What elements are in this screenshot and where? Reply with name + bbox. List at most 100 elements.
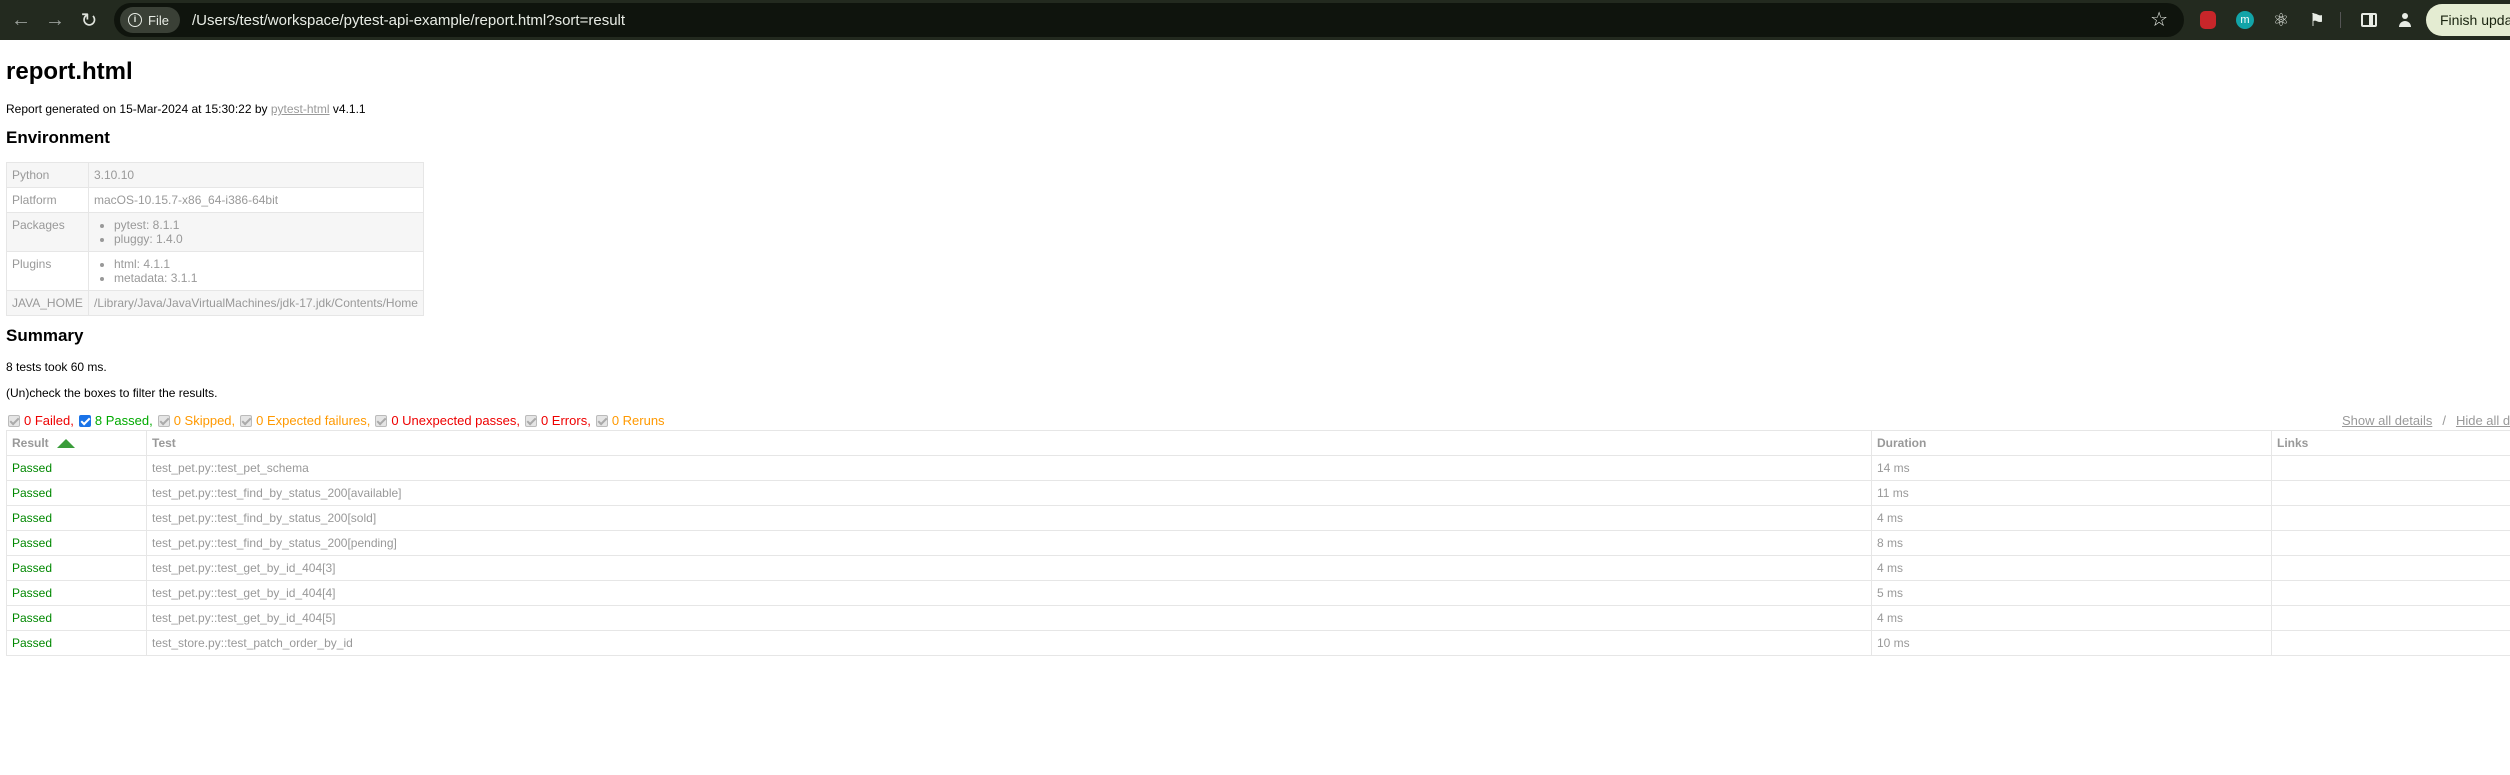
test-cell: test_pet.py::test_find_by_status_200[ava… <box>146 480 1872 506</box>
links-cell <box>2271 580 2510 606</box>
env-row-plugins: Plugins html: 4.1.1 metadata: 3.1.1 <box>6 251 424 291</box>
test-cell: test_store.py::test_patch_order_by_id <box>146 630 1872 656</box>
test-cell: test_pet.py::test_get_by_id_404[4] <box>146 580 1872 606</box>
links-cell <box>2271 455 2510 481</box>
links-cell <box>2271 555 2510 581</box>
filter-label: 0 Errors, <box>540 413 591 428</box>
summary-heading: Summary <box>6 326 84 345</box>
table-row[interactable]: Passed test_pet.py::test_find_by_status_… <box>6 505 2510 531</box>
table-row[interactable]: Passed test_store.py::test_patch_order_b… <box>6 630 2510 656</box>
result-cell: Passed <box>6 455 147 481</box>
env-value: macOS-10.15.7-x86_64-i386-64bit <box>88 187 424 213</box>
bookmark-star-icon[interactable]: ☆ <box>2150 7 2168 32</box>
url-text[interactable]: /Users/test/workspace/pytest-api-example… <box>192 12 625 29</box>
filter-failed[interactable]: 0 Failed, <box>8 413 74 428</box>
filter-xfailed-checkbox[interactable] <box>240 414 253 427</box>
test-cell: test_pet.py::test_get_by_id_404[3] <box>146 555 1872 581</box>
packages-list: pytest: 8.1.1 pluggy: 1.4.0 <box>94 218 418 246</box>
report-page: report.html Report generated on 15-Mar-2… <box>0 40 2510 775</box>
env-key: Plugins <box>6 251 89 291</box>
duration-cell: 11 ms <box>1871 480 2272 506</box>
back-arrow-icon[interactable]: ← <box>4 3 38 37</box>
duration-cell: 4 ms <box>1871 605 2272 631</box>
filter-failed-checkbox[interactable] <box>8 414 20 427</box>
header-label: Result <box>12 436 49 450</box>
extensions-puzzle-icon[interactable]: ⚑ <box>2304 7 2330 33</box>
filter-skipped[interactable]: 0 Skipped, <box>157 413 235 428</box>
pytest-html-link[interactable]: pytest-html <box>271 102 330 116</box>
extension-m-icon[interactable]: m <box>2232 7 2258 33</box>
test-cell: test_pet.py::test_find_by_status_200[sol… <box>146 505 1872 531</box>
result-column-header[interactable]: Result <box>6 430 147 456</box>
filter-skipped-checkbox[interactable] <box>157 414 170 427</box>
env-key: JAVA_HOME <box>6 290 89 316</box>
filter-passed-checkbox[interactable] <box>78 414 91 427</box>
file-chip-label: File <box>148 12 169 28</box>
page-title: report.html <box>6 58 133 85</box>
address-bar[interactable]: i File /Users/test/workspace/pytest-api-… <box>114 3 2184 37</box>
environment-table: Python 3.10.10 Platform macOS-10.15.7-x8… <box>6 162 424 316</box>
forward-arrow-icon[interactable]: → <box>38 3 72 37</box>
results-table: Result Test Duration Links Passed test_p… <box>6 430 2510 656</box>
duration-cell: 10 ms <box>1871 630 2272 656</box>
env-row-packages: Packages pytest: 8.1.1 pluggy: 1.4.0 <box>6 212 424 252</box>
table-row[interactable]: Passed test_pet.py::test_get_by_id_404[5… <box>6 605 2510 631</box>
filter-label: 0 Unexpected passes, <box>391 413 520 428</box>
filter-reruns[interactable]: 0 Reruns <box>595 413 665 428</box>
reload-icon[interactable]: ↻ <box>72 3 106 37</box>
env-key: Platform <box>6 187 89 213</box>
result-cell: Passed <box>6 530 147 556</box>
results-header-row: Result Test Duration Links <box>6 430 2510 456</box>
filter-expected-failures[interactable]: 0 Expected failures, <box>240 413 370 428</box>
result-cell: Passed <box>6 505 147 531</box>
filter-xpassed-checkbox[interactable] <box>375 414 388 427</box>
env-row-platform: Platform macOS-10.15.7-x86_64-i386-64bit <box>6 187 424 213</box>
test-cell: test_pet.py::test_pet_schema <box>146 455 1872 481</box>
environment-heading: Environment <box>6 128 110 147</box>
env-value: /Library/Java/JavaVirtualMachines/jdk-17… <box>88 290 424 316</box>
table-row[interactable]: Passed test_pet.py::test_find_by_status_… <box>6 480 2510 506</box>
result-cell: Passed <box>6 630 147 656</box>
table-row[interactable]: Passed test_pet.py::test_get_by_id_404[3… <box>6 555 2510 581</box>
hide-all-details-link[interactable]: Hide all details <box>2456 413 2510 428</box>
finish-update-button[interactable]: Finish update <box>2426 4 2510 36</box>
profile-icon[interactable] <box>2392 7 2418 33</box>
extension-red-icon[interactable] <box>2195 7 2221 33</box>
filter-unexpected-passes[interactable]: 0 Unexpected passes, <box>375 413 520 428</box>
env-row-python: Python 3.10.10 <box>6 162 424 188</box>
filter-label: 0 Failed, <box>24 413 74 428</box>
show-all-details-link[interactable]: Show all details <box>2342 413 2432 428</box>
generated-text: Report generated on 15-Mar-2024 at 15:30… <box>6 102 268 116</box>
env-value: html: 4.1.1 metadata: 3.1.1 <box>88 251 424 291</box>
links-cell <box>2271 480 2510 506</box>
filter-reruns-checkbox[interactable] <box>595 414 608 427</box>
report-generated-line: Report generated on 15-Mar-2024 at 15:30… <box>6 102 366 116</box>
browser-toolbar: ← → ↻ i File /Users/test/workspace/pytes… <box>0 0 2510 40</box>
table-row[interactable]: Passed test_pet.py::test_find_by_status_… <box>6 530 2510 556</box>
env-value: pytest: 8.1.1 pluggy: 1.4.0 <box>88 212 424 252</box>
react-extension-icon[interactable]: ⚛ <box>2268 7 2294 33</box>
duration-column-header[interactable]: Duration <box>1871 430 2272 456</box>
filter-label: 0 Reruns <box>611 413 665 428</box>
side-panel-icon[interactable] <box>2356 7 2382 33</box>
filter-errors-checkbox[interactable] <box>524 414 537 427</box>
tests-took-text: 8 tests took 60 ms. <box>6 360 107 374</box>
filter-passed[interactable]: 8 Passed, <box>78 413 153 428</box>
list-item: html: 4.1.1 <box>114 257 418 271</box>
test-column-header[interactable]: Test <box>146 430 1872 456</box>
sort-ascending-icon <box>56 439 75 449</box>
list-item: metadata: 3.1.1 <box>114 271 418 285</box>
table-row[interactable]: Passed test_pet.py::test_pet_schema 14 m… <box>6 455 2510 481</box>
generated-version: v4.1.1 <box>332 102 366 116</box>
filter-errors[interactable]: 0 Errors, <box>524 413 591 428</box>
toolbar-divider <box>2340 12 2341 28</box>
links-cell <box>2271 505 2510 531</box>
filter-hint-text: (Un)check the boxes to filter the result… <box>6 386 218 400</box>
table-row[interactable]: Passed test_pet.py::test_get_by_id_404[4… <box>6 580 2510 606</box>
duration-cell: 8 ms <box>1871 530 2272 556</box>
test-cell: test_pet.py::test_get_by_id_404[5] <box>146 605 1872 631</box>
link-separator: / <box>2442 413 2446 428</box>
filter-label: 0 Expected failures, <box>256 413 371 428</box>
site-info-chip[interactable]: i File <box>120 7 180 33</box>
env-value: 3.10.10 <box>88 162 424 188</box>
